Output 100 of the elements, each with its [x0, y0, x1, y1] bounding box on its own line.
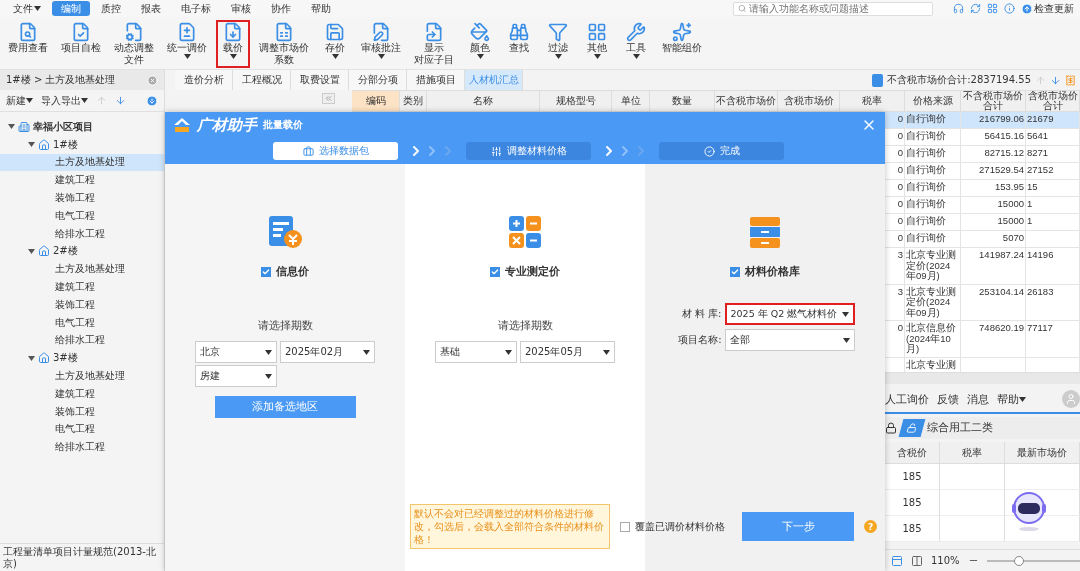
refresh-icon[interactable]: [970, 3, 981, 14]
table-row[interactable]: 0 自行询价 216799.06 21679: [885, 112, 1080, 129]
tree-item[interactable]: 土方及地基处理: [0, 260, 164, 279]
horizontal-scrollbar[interactable]: [885, 372, 1080, 384]
tree-item[interactable]: 给排水工程: [0, 438, 164, 457]
tree-item[interactable]: 土方及地基处理: [0, 153, 164, 172]
checkbox[interactable]: 信息价: [261, 264, 309, 279]
search-field[interactable]: 请输入功能名称或问题描述: [733, 1, 933, 16]
menu-tab[interactable]: 电子标: [172, 1, 220, 16]
table-row[interactable]: 0 自行询价 15000 1: [885, 197, 1080, 214]
ribbon-button[interactable]: 工具: [619, 20, 653, 68]
table-cell: 1: [1026, 214, 1080, 230]
toolbar-button[interactable]: 新建: [6, 93, 33, 108]
robot-drawing[interactable]: [1010, 490, 1048, 532]
headset-icon[interactable]: [953, 3, 964, 14]
toolbar-button[interactable]: 反馈: [937, 391, 959, 407]
menu-tab[interactable]: 文件: [4, 1, 50, 16]
download-circle-icon[interactable]: [146, 94, 158, 107]
tree-item[interactable]: 给排水工程: [0, 331, 164, 350]
dropdown[interactable]: 北京: [195, 341, 277, 363]
tab[interactable]: 措施项目: [407, 70, 465, 90]
tree-item[interactable]: 1#楼: [0, 135, 164, 154]
dropdown[interactable]: 房建: [195, 365, 277, 387]
expand-caret-icon: [8, 123, 15, 131]
tree-item[interactable]: 电气工程: [0, 420, 164, 439]
table-row[interactable]: 0 自行询价 56415.16 5641: [885, 129, 1080, 146]
ribbon-button[interactable]: 过滤: [541, 20, 575, 68]
dropdown[interactable]: 2025年05月: [520, 341, 615, 363]
ribbon-button[interactable]: 动态调整 文件: [110, 20, 158, 68]
checkbox[interactable]: 覆盖已调价材料价格: [620, 519, 725, 534]
tab[interactable]: 分部分项: [349, 70, 407, 90]
tree-item[interactable]: 电气工程: [0, 207, 164, 225]
expand-caret-icon: [28, 141, 35, 149]
toolbar-button[interactable]: 导入导出: [41, 93, 88, 108]
table-row[interactable]: 0 自行询价 271529.54 27152: [885, 163, 1080, 180]
ribbon-button[interactable]: 其他: [580, 20, 614, 68]
dropdown[interactable]: 基础: [435, 341, 517, 363]
tree-item[interactable]: 土方及地基处理: [0, 367, 164, 385]
table-row[interactable]: 0 北京信息价(2024年10月) 748620.19 77117: [885, 321, 1080, 358]
menu-tab[interactable]: 审核: [222, 1, 260, 16]
tree-item[interactable]: 装饰工程: [0, 189, 164, 207]
binoculars-icon: [509, 22, 529, 42]
toolbar-button[interactable]: 帮助: [997, 391, 1026, 407]
dropdown[interactable]: 2025 年 Q2 燃气材料价: [724, 303, 855, 325]
ribbon-button[interactable]: 审核批注: [357, 20, 405, 68]
table-row[interactable]: 0 自行询价 153.95 15: [885, 180, 1080, 197]
checkbox[interactable]: 专业测定价: [490, 264, 560, 279]
grid-icon[interactable]: [987, 3, 998, 14]
receipt-icon[interactable]: [1065, 74, 1076, 86]
table-row[interactable]: 3 北京专业测定价(2024年09月) 141987.24 14196: [885, 248, 1080, 285]
ribbon-button[interactable]: 智能组价: [658, 20, 706, 68]
checkbox[interactable]: 材料价格库: [730, 264, 800, 279]
collapse-button[interactable]: [322, 93, 335, 104]
down-arrow-icon[interactable]: [1050, 74, 1061, 86]
toolbar-button[interactable]: 人工询价: [885, 391, 929, 407]
table-row[interactable]: 3 北京专业测定价(2024年09月) 253104.14 26183: [885, 284, 1080, 321]
ribbon-button[interactable]: 调整市场价 系数: [255, 20, 313, 68]
tree-item[interactable]: 建筑工程: [0, 384, 164, 403]
tree-item[interactable]: 装饰工程: [0, 295, 164, 314]
down-arrow-icon[interactable]: [115, 95, 126, 106]
table-row[interactable]: 0 自行询价 5070: [885, 231, 1080, 248]
tree-item[interactable]: 2#楼: [0, 242, 164, 261]
caret-icon: [183, 54, 191, 59]
columns-icon[interactable]: [911, 554, 923, 567]
ribbon-button[interactable]: 费用查看: [4, 20, 52, 68]
menu-tab[interactable]: 质控: [92, 1, 130, 16]
tree-item[interactable]: 幸福小区项目: [0, 118, 164, 136]
menu-tab[interactable]: 报表: [132, 1, 170, 16]
table-row[interactable]: 0 自行询价 82715.12 8271: [885, 146, 1080, 163]
ribbon-button[interactable]: 载价: [216, 20, 250, 68]
tab[interactable]: 造价分析: [175, 70, 233, 90]
up-arrow-icon[interactable]: [1035, 74, 1046, 86]
ribbon-button[interactable]: 统一调价: [163, 20, 211, 68]
table-row[interactable]: 0 自行询价 15000 1: [885, 214, 1080, 231]
layout-icon[interactable]: [891, 554, 903, 567]
update-link[interactable]: 检查更新: [1021, 1, 1074, 16]
dropdown[interactable]: 全部: [724, 329, 855, 351]
slider-thumb[interactable]: [1014, 555, 1025, 566]
tree-item[interactable]: 3#楼: [0, 349, 164, 368]
tree-item[interactable]: 电气工程: [0, 313, 164, 332]
tree-item[interactable]: 装饰工程: [0, 402, 164, 421]
ribbon-button[interactable]: 显示 对应子目: [410, 20, 458, 68]
lock-icon[interactable]: [885, 422, 897, 434]
tree-item[interactable]: 建筑工程: [0, 278, 164, 296]
tab[interactable]: 取费设置: [291, 70, 349, 90]
ribbon-button[interactable]: 颜色: [463, 20, 497, 68]
table-cell: 748620.19: [961, 321, 1026, 357]
menu-tab[interactable]: 协作: [262, 1, 300, 16]
toolbar-button[interactable]: 消息: [967, 391, 989, 407]
avatar-icon[interactable]: [1062, 390, 1080, 408]
menu-tab[interactable]: 帮助: [302, 1, 340, 16]
ribbon-button[interactable]: 项目自检: [57, 20, 105, 68]
tree-item[interactable]: 建筑工程: [0, 171, 164, 190]
ribbon-button[interactable]: 查找: [502, 20, 536, 68]
close-icon[interactable]: [147, 74, 158, 86]
ribbon-button[interactable]: 存价: [318, 20, 352, 68]
tree-item[interactable]: 给排水工程: [0, 224, 164, 243]
tab[interactable]: 工程概况: [233, 70, 291, 90]
info-icon[interactable]: [1004, 3, 1015, 14]
dropdown[interactable]: 2025年02月: [280, 341, 375, 363]
